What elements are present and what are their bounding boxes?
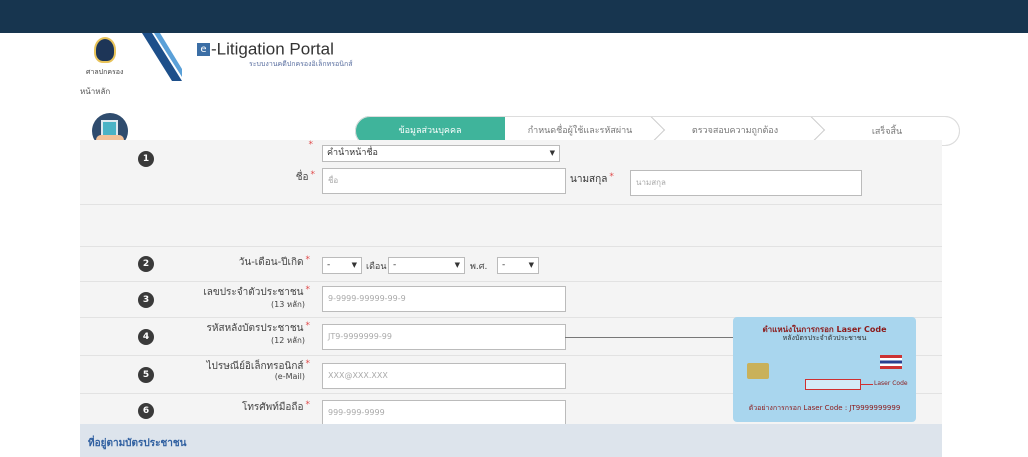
row-name: 1 ชื่อ * * คำนำหน้าชื่อ ▼ ชื่อ นามสกุล * นา… xyxy=(80,140,942,205)
year-label: พ.ศ. xyxy=(470,262,488,272)
citizen-id-label-text: เลขประจำตัวประชาชน xyxy=(203,287,304,298)
laser-code-pointer xyxy=(861,384,873,385)
dropdown-caret-icon: ▼ xyxy=(351,261,357,269)
dropdown-caret-icon: ▼ xyxy=(454,261,460,269)
laser-code-connector-line xyxy=(565,337,733,338)
required-mark: * xyxy=(303,140,314,151)
portal-title: -Litigation Portal xyxy=(211,39,334,59)
logo-text: ศาลปกครอง xyxy=(86,68,124,76)
lastname-label: นามสกุล * xyxy=(570,172,630,187)
citizen-id-input[interactable]: 9-9999-99999-99-9 xyxy=(322,286,566,312)
thai-flag-icon xyxy=(880,355,902,369)
step-number-badge: 5 xyxy=(138,367,154,383)
laser-code-label-text: รหัสหลังบัตรประชาชน xyxy=(206,323,304,334)
top-bar xyxy=(0,0,1028,33)
birthdate-label: วัน-เดือน-ปีเกิด * xyxy=(180,255,310,270)
month-label: เดือน xyxy=(366,262,387,272)
row-birthdate: 2 วัน-เดือน-ปีเกิด * - ▼ เดือน - ▼ พ.ศ. - ▼ xyxy=(80,246,942,282)
email-hint: (e-Mail) xyxy=(274,372,305,381)
step-number-badge: 3 xyxy=(138,292,154,308)
lastname-label-text: นามสกุล xyxy=(570,174,608,185)
dropdown-caret-icon: ▼ xyxy=(528,261,534,269)
header-stripe-graphic xyxy=(142,33,182,81)
month-select[interactable]: - ▼ xyxy=(388,257,465,274)
email-label-text: ไปรษณีย์อิเล็กทรอนิกส์ xyxy=(206,361,304,372)
laser-code-highlight xyxy=(805,379,861,390)
step-number-badge: 1 xyxy=(138,151,154,167)
title-select-value: คำนำหน้าชื่อ xyxy=(327,148,378,158)
required-mark: * xyxy=(305,255,311,265)
court-logo[interactable]: ศาลปกครอง xyxy=(86,37,142,77)
firstname-input[interactable]: ชื่อ xyxy=(322,168,566,194)
month-select-value: - xyxy=(393,260,397,270)
required-mark: * xyxy=(305,400,311,410)
breadcrumb-home[interactable]: หน้าหลัก xyxy=(80,85,110,98)
header: ศาลปกครอง e -Litigation Portal ระบบงานคดี… xyxy=(0,33,1028,81)
day-select-value: - xyxy=(327,260,331,270)
name-label: ชื่อ * xyxy=(265,170,315,185)
title-select[interactable]: คำนำหน้าชื่อ ▼ xyxy=(322,145,560,162)
portal-title-block: e -Litigation Portal ระบบงานคดีปกครองอิเล… xyxy=(197,39,353,68)
mobile-label: โทรศัพท์มือถือ * xyxy=(170,400,310,415)
required-mark: * xyxy=(310,170,316,180)
laser-code-help-card: ตำแหน่งในการกรอก Laser Code หลังบัตรประจ… xyxy=(733,317,916,422)
year-select[interactable]: - ▼ xyxy=(497,257,539,274)
dropdown-caret-icon: ▼ xyxy=(549,149,555,157)
address-section-title: ที่อยู่ตามบัตรประชาชน xyxy=(88,438,187,449)
laser-code-example: ตัวอย่างการกรอก Laser Code : JT999999999… xyxy=(748,404,901,412)
name-label-text: ชื่อ xyxy=(295,172,309,183)
laser-code-hint: (12 หลัก) xyxy=(271,336,305,345)
required-star: * xyxy=(308,140,314,150)
day-select[interactable]: - ▼ xyxy=(322,257,362,274)
birthdate-label-text: วัน-เดือน-ปีเกิด xyxy=(238,257,304,268)
required-mark: * xyxy=(609,172,614,182)
required-mark: * xyxy=(305,359,311,369)
laser-code-input[interactable]: JT9-9999999-99 xyxy=(322,324,566,350)
email-input[interactable]: XXX@XXX.XXX xyxy=(322,363,566,389)
step-number-badge: 4 xyxy=(138,329,154,345)
year-select-value: - xyxy=(502,260,506,270)
portal-subtitle: ระบบงานคดีปกครองอิเล็กทรอนิกส์ xyxy=(249,60,353,68)
step-number-badge: 2 xyxy=(138,256,154,272)
lastname-input[interactable]: นามสกุล xyxy=(630,170,862,196)
row-citizen-id: 3 เลขประจำตัวประชาชน * (13 หลัก) 9-9999-9… xyxy=(80,282,942,318)
required-mark: * xyxy=(305,285,311,295)
e-logo-icon: e xyxy=(197,43,210,56)
card-chip-icon xyxy=(747,363,769,379)
required-mark: * xyxy=(305,321,311,331)
laser-code-tag: Laser Code xyxy=(874,380,908,387)
address-section-header: ที่อยู่ตามบัตรประชาชน xyxy=(80,424,942,457)
court-emblem-icon xyxy=(94,37,116,63)
mobile-input[interactable]: 999-999-9999 xyxy=(322,400,566,426)
step-number-badge: 6 xyxy=(138,403,154,419)
laser-card-subtitle: หลังบัตรประจำตัวประชาชน xyxy=(782,334,867,342)
citizen-id-hint: (13 หลัก) xyxy=(271,300,305,309)
mobile-label-text: โทรศัพท์มือถือ xyxy=(241,402,304,413)
